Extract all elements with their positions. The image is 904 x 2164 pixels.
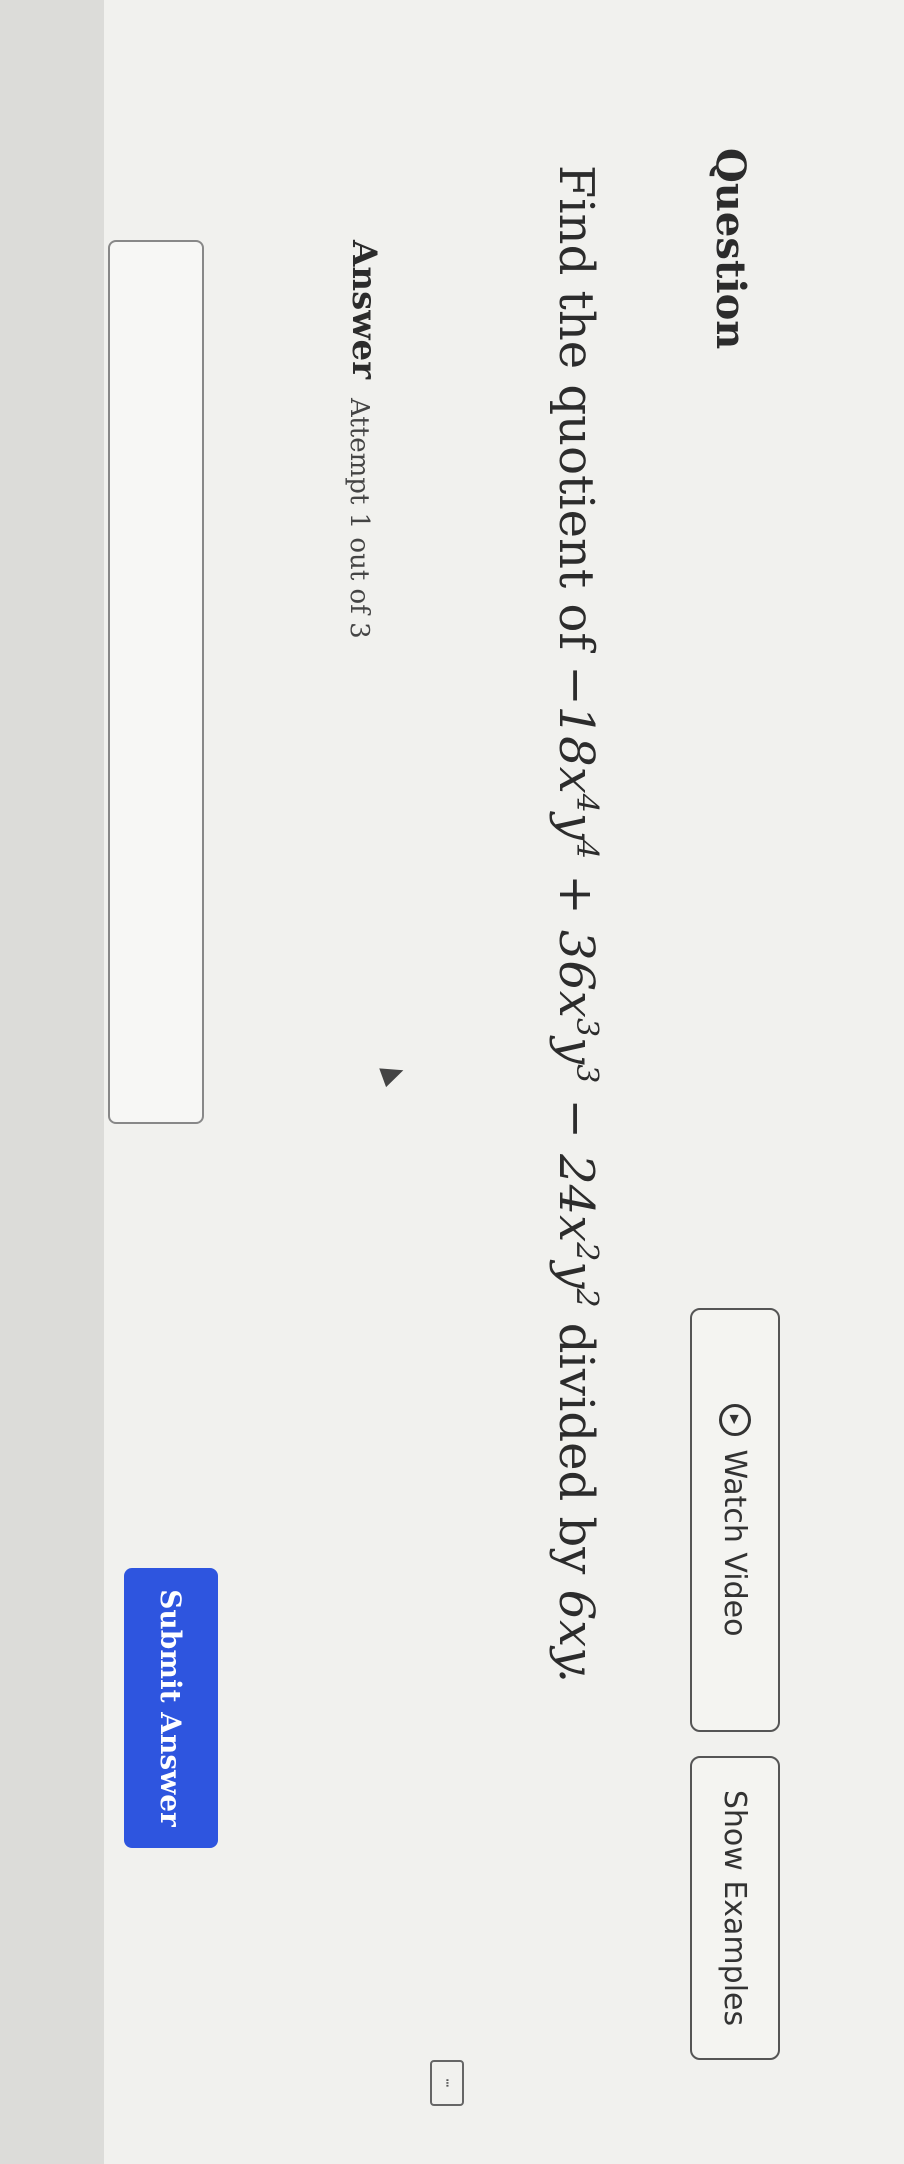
var-y-3: y bbox=[548, 1261, 604, 1289]
exp-3: 3 bbox=[569, 1018, 604, 1038]
math-term-3: 24x2y2 bbox=[548, 1154, 604, 1307]
submit-answer-label: Submit Answer bbox=[154, 1589, 188, 1827]
question-page: Question Find the quotient of −18x4y4 + … bbox=[0, 0, 904, 2164]
answer-heading: Answer bbox=[344, 240, 384, 380]
term-3: 24x bbox=[548, 1154, 604, 1243]
var-y-2: y bbox=[548, 1037, 604, 1065]
show-examples-label: Show Examples bbox=[717, 1789, 753, 2027]
exp-2: 4 bbox=[569, 840, 604, 860]
submit-answer-button[interactable]: Submit Answer bbox=[124, 1568, 218, 1848]
screenshot-stage: Question Find the quotient of −18x4y4 + … bbox=[0, 0, 904, 2164]
math-term-2: 36x3y3 bbox=[548, 930, 604, 1083]
watch-video-button[interactable]: ▶ Watch Video bbox=[690, 1308, 780, 1732]
exp-5: 2 bbox=[569, 1242, 604, 1262]
exp-4: 3 bbox=[569, 1064, 604, 1084]
var-y-1: y bbox=[548, 812, 604, 840]
page-edge bbox=[0, 0, 104, 2164]
mouse-cursor-icon bbox=[379, 1060, 407, 1088]
show-examples-button[interactable]: Show Examples bbox=[690, 1756, 780, 2060]
divisor: 6xy. bbox=[548, 1589, 604, 1684]
math-term-1: −18x4y4 bbox=[548, 665, 604, 859]
op-minus: − bbox=[548, 1098, 604, 1139]
exp-1: 4 bbox=[569, 793, 604, 813]
exp-6: 2 bbox=[569, 1288, 604, 1308]
question-heading: Question bbox=[707, 148, 754, 350]
play-circle-icon: ▶ bbox=[719, 1403, 751, 1436]
op-plus: + bbox=[548, 874, 604, 915]
keyboard-icon[interactable]: ⋯ bbox=[430, 2060, 464, 2106]
question-text: Find the quotient of −18x4y4 + 36x3y3 − … bbox=[548, 165, 604, 1683]
term-2: 36x bbox=[548, 929, 604, 1018]
question-suffix: divided by bbox=[548, 1322, 604, 1575]
term-1: −18x bbox=[548, 665, 604, 794]
question-prefix: Find the quotient of bbox=[548, 165, 604, 651]
attempt-counter: Attempt 1 out of 3 bbox=[344, 398, 374, 639]
answer-input[interactable] bbox=[108, 240, 204, 1124]
watch-video-label: Watch Video bbox=[717, 1449, 753, 1637]
